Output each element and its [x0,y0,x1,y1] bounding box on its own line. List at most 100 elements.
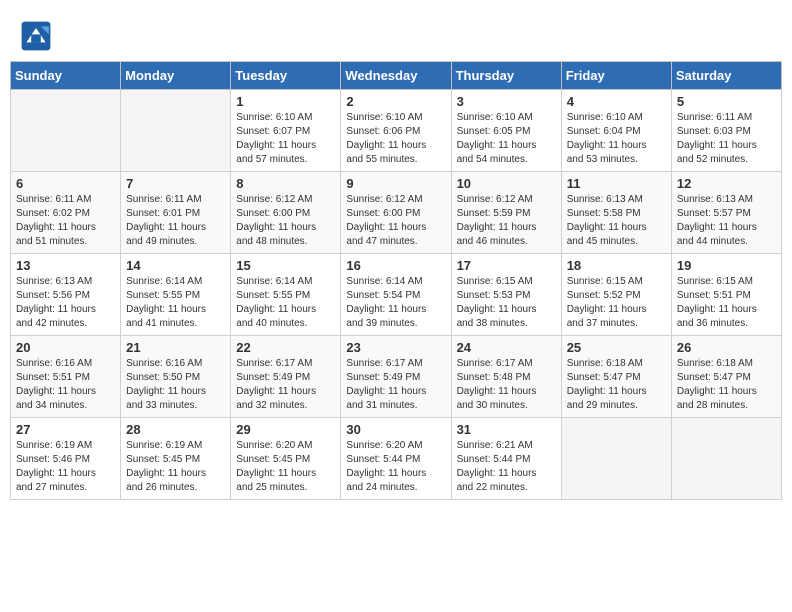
calendar-day-cell: 20 Sunrise: 6:16 AM Sunset: 5:51 PM Dayli… [11,336,121,418]
day-info: Sunrise: 6:10 AM Sunset: 6:06 PM Dayligh… [346,111,445,167]
calendar-day-cell: 6 Sunrise: 6:11 AM Sunset: 6:02 PM Daylig… [11,172,121,254]
calendar-day-cell: 12Sunrise: 6:13 AM Sunset: 5:57 PM Dayli… [671,172,781,254]
calendar-day-cell: 28Sunrise: 6:19 AM Sunset: 5:45 PM Dayli… [121,418,231,500]
day-info: Sunrise: 6:16 AM Sunset: 5:50 PM Dayligh… [126,357,225,413]
calendar-day-cell: 30Sunrise: 6:20 AM Sunset: 5:44 PM Dayli… [341,418,451,500]
calendar-day-cell: 5 Sunrise: 6:11 AM Sunset: 6:03 PM Daylig… [671,90,781,172]
day-number: 14 [126,258,225,273]
day-number: 27 [16,422,115,437]
day-number: 8 [236,176,335,191]
day-info: Sunrise: 6:20 AM Sunset: 5:45 PM Dayligh… [236,439,335,495]
day-of-week-header: Sunday [11,62,121,90]
day-number: 25 [567,340,666,355]
day-number: 17 [457,258,556,273]
day-info: Sunrise: 6:18 AM Sunset: 5:47 PM Dayligh… [677,357,776,413]
day-number: 10 [457,176,556,191]
day-info: Sunrise: 6:12 AM Sunset: 6:00 PM Dayligh… [346,193,445,249]
day-of-week-header: Saturday [671,62,781,90]
day-info: Sunrise: 6:16 AM Sunset: 5:51 PM Dayligh… [16,357,115,413]
day-number: 2 [346,94,445,109]
day-number: 23 [346,340,445,355]
day-number: 24 [457,340,556,355]
calendar-day-cell: 13 Sunrise: 6:13 AM Sunset: 5:56 PM Dayli… [11,254,121,336]
calendar-day-cell: 29 Sunrise: 6:20 AM Sunset: 5:45 PM Dayli… [231,418,341,500]
calendar-day-cell: 27 Sunrise: 6:19 AM Sunset: 5:46 PM Dayli… [11,418,121,500]
calendar-day-cell: 23 Sunrise: 6:17 AM Sunset: 5:49 PM Dayli… [341,336,451,418]
day-number: 4 [567,94,666,109]
calendar-week-row: 13 Sunrise: 6:13 AM Sunset: 5:56 PM Dayli… [11,254,782,336]
calendar-day-cell: 11 Sunrise: 6:13 AM Sunset: 5:58 PM Dayli… [561,172,671,254]
calendar-week-row: 6 Sunrise: 6:11 AM Sunset: 6:02 PM Daylig… [11,172,782,254]
day-number: 13 [16,258,115,273]
day-info: Sunrise: 6:12 AM Sunset: 6:00 PM Dayligh… [236,193,335,249]
calendar-day-cell: 22 Sunrise: 6:17 AM Sunset: 5:49 PM Dayli… [231,336,341,418]
calendar-day-cell: 15 Sunrise: 6:14 AM Sunset: 5:55 PM Dayli… [231,254,341,336]
day-info: Sunrise: 6:10 AM Sunset: 6:05 PM Dayligh… [457,111,556,167]
calendar-day-cell: 4 Sunrise: 6:10 AM Sunset: 6:04 PM Daylig… [561,90,671,172]
calendar-week-row: 1Sunrise: 6:10 AM Sunset: 6:07 PM Daylig… [11,90,782,172]
day-info: Sunrise: 6:18 AM Sunset: 5:47 PM Dayligh… [567,357,666,413]
day-number: 19 [677,258,776,273]
day-info: Sunrise: 6:17 AM Sunset: 5:49 PM Dayligh… [236,357,335,413]
day-info: Sunrise: 6:17 AM Sunset: 5:49 PM Dayligh… [346,357,445,413]
day-info: Sunrise: 6:10 AM Sunset: 6:04 PM Dayligh… [567,111,666,167]
day-of-week-header: Wednesday [341,62,451,90]
day-number: 3 [457,94,556,109]
logo [20,20,54,52]
day-number: 21 [126,340,225,355]
calendar-day-cell: 2 Sunrise: 6:10 AM Sunset: 6:06 PM Daylig… [341,90,451,172]
day-info: Sunrise: 6:13 AM Sunset: 5:58 PM Dayligh… [567,193,666,249]
day-number: 31 [457,422,556,437]
day-number: 26 [677,340,776,355]
calendar-day-cell: 14 Sunrise: 6:14 AM Sunset: 5:55 PM Dayli… [121,254,231,336]
day-info: Sunrise: 6:11 AM Sunset: 6:02 PM Dayligh… [16,193,115,249]
day-info: Sunrise: 6:21 AM Sunset: 5:44 PM Dayligh… [457,439,556,495]
calendar-day-cell: 7Sunrise: 6:11 AM Sunset: 6:01 PM Daylig… [121,172,231,254]
day-number: 29 [236,422,335,437]
calendar-week-row: 20 Sunrise: 6:16 AM Sunset: 5:51 PM Dayli… [11,336,782,418]
calendar-day-cell: 26 Sunrise: 6:18 AM Sunset: 5:47 PM Dayli… [671,336,781,418]
calendar-day-cell: 1Sunrise: 6:10 AM Sunset: 6:07 PM Daylig… [231,90,341,172]
calendar-day-cell: 9Sunrise: 6:12 AM Sunset: 6:00 PM Daylig… [341,172,451,254]
day-number: 16 [346,258,445,273]
calendar-day-cell: 31 Sunrise: 6:21 AM Sunset: 5:44 PM Dayli… [451,418,561,500]
day-of-week-header: Monday [121,62,231,90]
calendar-day-cell: 19 Sunrise: 6:15 AM Sunset: 5:51 PM Dayli… [671,254,781,336]
day-number: 20 [16,340,115,355]
day-info: Sunrise: 6:12 AM Sunset: 5:59 PM Dayligh… [457,193,556,249]
day-number: 18 [567,258,666,273]
calendar-day-cell: 24 Sunrise: 6:17 AM Sunset: 5:48 PM Dayli… [451,336,561,418]
day-info: Sunrise: 6:17 AM Sunset: 5:48 PM Dayligh… [457,357,556,413]
day-number: 1 [236,94,335,109]
calendar-day-cell: 10 Sunrise: 6:12 AM Sunset: 5:59 PM Dayli… [451,172,561,254]
calendar-week-row: 27 Sunrise: 6:19 AM Sunset: 5:46 PM Dayli… [11,418,782,500]
calendar-day-cell [11,90,121,172]
day-info: Sunrise: 6:13 AM Sunset: 5:57 PM Dayligh… [677,193,776,249]
calendar-day-cell [121,90,231,172]
calendar-day-cell [671,418,781,500]
day-of-week-header: Friday [561,62,671,90]
day-info: Sunrise: 6:14 AM Sunset: 5:55 PM Dayligh… [126,275,225,331]
day-number: 30 [346,422,445,437]
day-info: Sunrise: 6:15 AM Sunset: 5:51 PM Dayligh… [677,275,776,331]
day-number: 11 [567,176,666,191]
calendar-day-cell: 18Sunrise: 6:15 AM Sunset: 5:52 PM Dayli… [561,254,671,336]
day-number: 22 [236,340,335,355]
day-number: 15 [236,258,335,273]
calendar-day-cell: 16Sunrise: 6:14 AM Sunset: 5:54 PM Dayli… [341,254,451,336]
calendar-day-cell: 3 Sunrise: 6:10 AM Sunset: 6:05 PM Daylig… [451,90,561,172]
day-info: Sunrise: 6:14 AM Sunset: 5:55 PM Dayligh… [236,275,335,331]
day-info: Sunrise: 6:11 AM Sunset: 6:03 PM Dayligh… [677,111,776,167]
page-header [10,10,782,57]
day-number: 7 [126,176,225,191]
calendar: SundayMondayTuesdayWednesdayThursdayFrid… [10,61,782,500]
calendar-day-cell: 8 Sunrise: 6:12 AM Sunset: 6:00 PM Daylig… [231,172,341,254]
calendar-day-cell: 25 Sunrise: 6:18 AM Sunset: 5:47 PM Dayli… [561,336,671,418]
day-info: Sunrise: 6:13 AM Sunset: 5:56 PM Dayligh… [16,275,115,331]
day-number: 5 [677,94,776,109]
calendar-day-cell: 21 Sunrise: 6:16 AM Sunset: 5:50 PM Dayli… [121,336,231,418]
day-info: Sunrise: 6:19 AM Sunset: 5:46 PM Dayligh… [16,439,115,495]
day-of-week-header: Tuesday [231,62,341,90]
day-number: 6 [16,176,115,191]
day-info: Sunrise: 6:15 AM Sunset: 5:53 PM Dayligh… [457,275,556,331]
